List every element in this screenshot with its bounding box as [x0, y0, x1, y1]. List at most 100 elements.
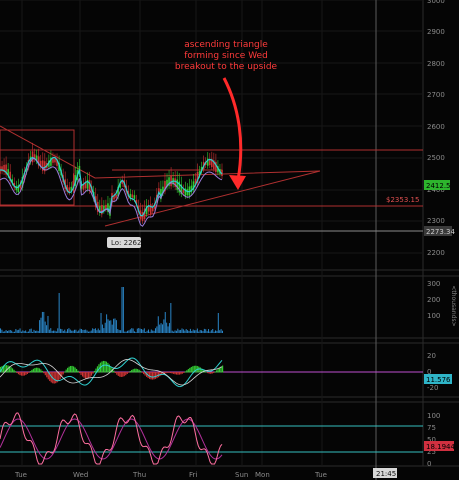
macd-bar — [125, 372, 127, 376]
time-label: Tue — [14, 471, 27, 479]
macd-tick-label: 20 — [427, 352, 436, 360]
volume-bar — [9, 329, 11, 333]
volume-bar — [217, 313, 219, 333]
volume-panel[interactable] — [0, 278, 423, 334]
macd-bar — [107, 362, 109, 373]
volume-bar — [153, 330, 155, 333]
macd-panel[interactable] — [0, 345, 423, 393]
macd-bar — [89, 372, 91, 378]
volume-bar — [201, 330, 203, 333]
volume-bar — [209, 331, 211, 333]
macd-bar — [213, 372, 215, 373]
volume-bar — [57, 328, 59, 333]
macd-bar — [114, 372, 116, 374]
volume-bar — [85, 329, 87, 333]
volume-bar — [41, 311, 43, 333]
candle-body — [113, 196, 115, 200]
macd-bar — [102, 360, 105, 373]
macd-bar — [62, 372, 64, 375]
volume-bar — [29, 329, 31, 333]
macd-bar — [156, 372, 158, 379]
candle-body — [151, 207, 154, 212]
macd-bar — [137, 369, 139, 373]
macd-bar — [14, 371, 17, 373]
macd-bar — [129, 370, 131, 373]
macd-bar — [32, 368, 34, 373]
volume-bar — [166, 322, 168, 333]
macd-bar — [75, 368, 78, 373]
macd-bar — [17, 372, 20, 375]
candle-body — [31, 151, 34, 163]
volume-bar — [46, 325, 48, 333]
macd-bar — [31, 369, 33, 373]
volume-bar — [170, 303, 172, 333]
macd-bar — [123, 372, 125, 377]
volume-bar — [78, 330, 80, 333]
volume-bar — [107, 319, 109, 333]
macd-bar — [23, 372, 26, 376]
volume-bar — [187, 330, 189, 333]
volume-bar — [210, 330, 212, 333]
volume-bar — [101, 324, 103, 333]
macd-bar — [126, 372, 128, 375]
macd-bar — [20, 372, 23, 376]
volume-bar — [44, 321, 46, 333]
volume-bar — [215, 330, 217, 333]
volume-bar — [50, 328, 52, 333]
macd-bar — [92, 372, 94, 374]
time-label: Wed — [73, 471, 88, 479]
macd-bar — [140, 370, 142, 373]
volume-bar — [94, 328, 96, 333]
price-tick-label: 2900 — [427, 28, 445, 36]
volume-axis: 300 200 100 — [427, 280, 440, 320]
stoch-tick-label: 0 — [427, 460, 431, 468]
macd-bar — [22, 372, 24, 376]
price-tick-label: 2300 — [427, 217, 445, 225]
macd-bar — [43, 372, 45, 374]
macd-bar — [19, 372, 21, 376]
candle-body — [133, 195, 136, 199]
macd-bar — [131, 369, 133, 373]
volume-bar — [208, 329, 210, 333]
volume-bar — [11, 330, 13, 333]
macd-bar — [168, 372, 170, 373]
macd-bar — [116, 372, 118, 375]
stoch-tick-label: 100 — [427, 412, 440, 420]
volume-bar — [213, 331, 215, 333]
volume-bar — [16, 330, 18, 333]
stochastic-panel[interactable] — [0, 404, 423, 464]
volume-bar — [75, 329, 77, 333]
macd-bar — [5, 365, 8, 373]
trading-chart[interactable]: 300029002800270026002500240023002200 asc… — [0, 0, 459, 480]
volume-bar — [220, 329, 222, 333]
volume-bar — [178, 330, 180, 333]
volume-bar — [219, 330, 221, 333]
macd-bar — [199, 367, 201, 373]
volume-bar — [114, 318, 116, 333]
volume-bar — [152, 330, 154, 333]
volume-bar — [167, 326, 169, 333]
annotation-line-1: ascending triangle — [184, 40, 268, 50]
volume-bar — [53, 330, 55, 333]
volume-bar — [33, 329, 35, 333]
macd-bar — [46, 372, 48, 378]
macd-bar — [64, 371, 66, 373]
volume-bar — [216, 330, 218, 333]
macd-bar — [34, 368, 36, 373]
volume-bar — [48, 329, 50, 333]
volume-bar — [198, 331, 200, 333]
volume-bar — [111, 324, 113, 333]
macd-bar — [65, 369, 67, 373]
volume-bar — [205, 329, 207, 333]
volume-bar — [103, 328, 105, 333]
volume-bar — [159, 324, 161, 333]
candle-body — [131, 194, 134, 198]
volume-bar — [154, 328, 156, 333]
macd-bar — [40, 369, 42, 373]
macd-bar — [143, 372, 145, 375]
volume-bar — [199, 330, 201, 333]
volume-bar — [131, 328, 133, 333]
volume-bar — [0, 328, 1, 333]
volume-bar — [22, 330, 24, 333]
macd-bar — [178, 372, 180, 375]
